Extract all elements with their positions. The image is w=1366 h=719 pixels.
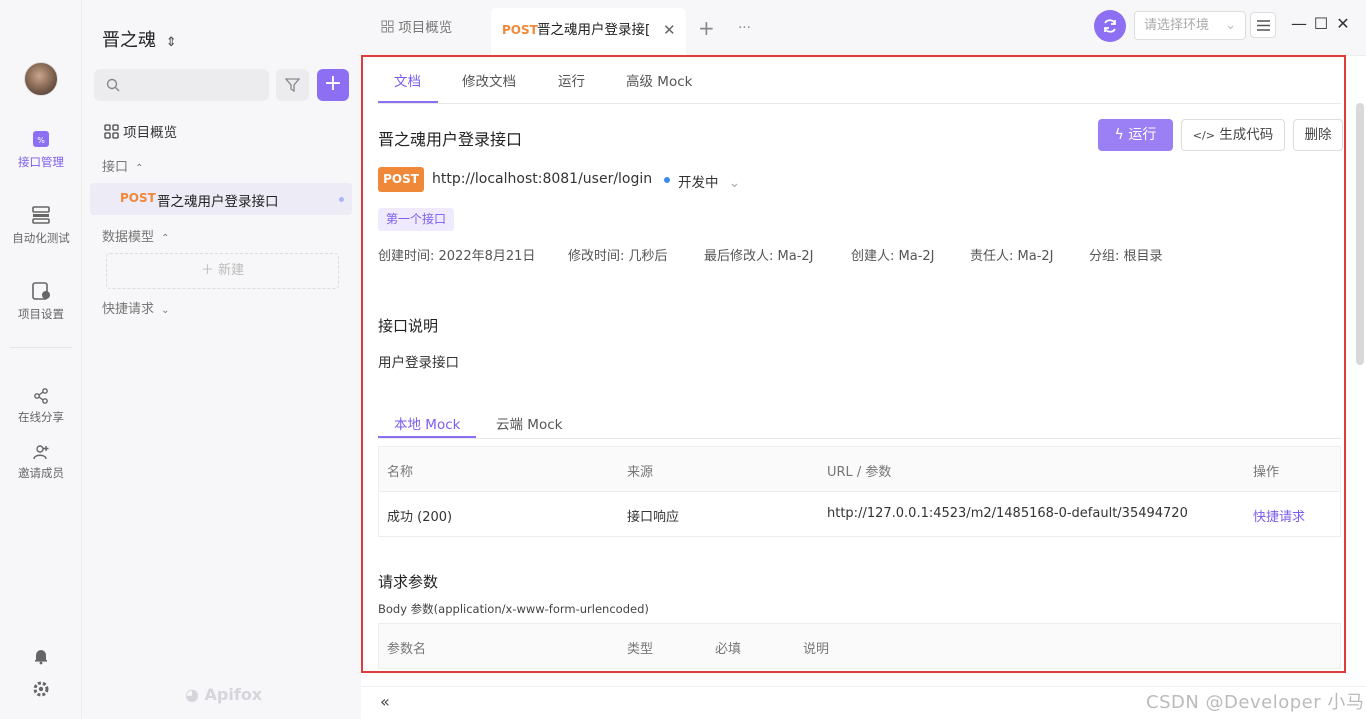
refresh-icon	[1104, 19, 1116, 33]
ellipsis-icon: ···	[738, 20, 751, 36]
chevron-updown-icon: ⇕	[165, 35, 177, 50]
tree-item-api[interactable]: POST 晋之魂用户登录接口	[90, 183, 352, 215]
avatar[interactable]	[24, 62, 58, 96]
tree-item-overview[interactable]: 项目概览	[104, 121, 177, 141]
rail-item-project-settings[interactable]: 项目设置	[0, 280, 82, 322]
minimize-icon[interactable]: —	[1289, 14, 1309, 34]
rail-label: 在线分享	[18, 410, 64, 424]
project-name: 晋之魂	[102, 30, 156, 51]
section-label: 接口	[102, 160, 129, 175]
rail-label: 接口管理	[18, 155, 64, 169]
watermark: CSDN @Developer 小马	[1146, 692, 1365, 713]
project-settings-icon	[32, 282, 50, 300]
api-icon: %	[33, 131, 49, 147]
share-icon	[34, 388, 48, 404]
unsaved-dot	[339, 197, 344, 202]
add-button[interactable]: +	[317, 69, 349, 101]
rail-item-api-management[interactable]: % 接口管理	[0, 128, 82, 170]
rail-label: 项目设置	[18, 307, 64, 321]
rail-label: 邀请成员	[18, 466, 64, 480]
maximize-icon[interactable]: ☐	[1311, 14, 1331, 34]
new-label: 新建	[218, 263, 245, 278]
search-icon	[106, 78, 120, 92]
environment-select[interactable]: 请选择环境 ⌄	[1134, 11, 1246, 40]
filter-button[interactable]	[276, 69, 309, 101]
env-placeholder: 请选择环境	[1144, 18, 1210, 33]
method-badge: POST	[120, 191, 156, 205]
section-api[interactable]: 接口 ⌃	[102, 156, 144, 175]
env-sync-button[interactable]	[1094, 10, 1126, 42]
api-name: 晋之魂用户登录接口	[157, 194, 279, 210]
new-tab-button[interactable]: +	[698, 8, 715, 48]
highlight-frame	[361, 55, 1346, 673]
invite-member-icon	[33, 445, 49, 460]
tab-label: 晋之魂用户登录接[	[537, 22, 651, 38]
method-badge: POST	[502, 23, 538, 37]
section-quick[interactable]: 快捷请求 ⌄	[102, 298, 170, 317]
menu-button[interactable]	[1250, 12, 1276, 38]
chevron-up-icon: ⌃	[135, 163, 144, 174]
close-icon[interactable]: ✕	[663, 8, 676, 52]
automation-icon	[32, 206, 50, 224]
apifox-logo: ◕ Apifox	[185, 685, 263, 704]
window-close-icon[interactable]: ✕	[1333, 14, 1353, 34]
tree-label: 项目概览	[123, 125, 178, 141]
rail-item-invite[interactable]: 邀请成员	[0, 443, 82, 481]
search-input[interactable]	[94, 69, 269, 101]
svg-text:%: %	[37, 136, 45, 145]
rail-item-share[interactable]: 在线分享	[0, 387, 82, 425]
grid-icon	[381, 20, 394, 33]
settings-gear-icon[interactable]	[32, 680, 50, 698]
scrollbar[interactable]	[1356, 103, 1364, 365]
plus-icon: +	[323, 71, 343, 96]
filter-icon	[285, 78, 300, 92]
tab-label: 项目概览	[398, 20, 453, 36]
plus-icon: +	[698, 16, 715, 40]
section-label: 快捷请求	[102, 302, 155, 317]
section-label: 数据模型	[102, 230, 155, 245]
section-models[interactable]: 数据模型 ⌃	[102, 226, 170, 245]
rail-label: 自动化测试	[12, 231, 70, 245]
divider	[10, 347, 72, 348]
chevron-down-icon: ⌄	[161, 305, 170, 316]
bell-icon[interactable]	[32, 647, 50, 665]
grid-icon	[104, 124, 119, 139]
new-model-button[interactable]: ＋ 新建	[106, 253, 339, 289]
project-switcher[interactable]: 晋之魂 ⇕	[102, 26, 177, 52]
sidebar	[82, 0, 361, 719]
collapse-sidebar-icon[interactable]: «	[380, 692, 390, 711]
plus-icon: ＋	[200, 263, 214, 278]
tab-overview[interactable]: 项目概览	[381, 8, 452, 48]
hamburger-icon	[1257, 20, 1270, 31]
more-tabs-button[interactable]: ···	[738, 8, 751, 48]
tab-api-doc[interactable]: POST 晋之魂用户登录接[ ✕	[491, 8, 686, 56]
chevron-down-icon: ⌄	[1225, 18, 1236, 33]
rail-item-automation[interactable]: 自动化测试	[0, 204, 82, 246]
chevron-up-icon: ⌃	[161, 233, 170, 244]
nav-rail	[0, 0, 82, 719]
